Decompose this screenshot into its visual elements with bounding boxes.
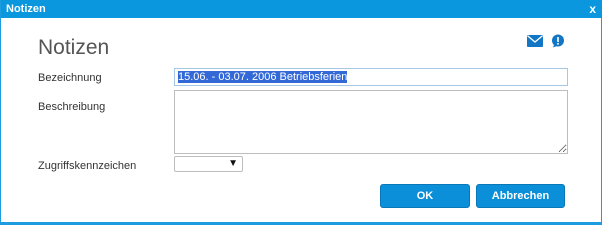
- title-bar[interactable]: Notizen x: [1, 0, 602, 18]
- ok-button[interactable]: OK: [380, 184, 470, 208]
- bezeichnung-input[interactable]: 15.06. - 03.07. 2006 Betriebsferien: [174, 68, 568, 86]
- zugriffskennzeichen-label: Zugriffskennzeichen: [38, 160, 137, 172]
- beschreibung-textarea[interactable]: [174, 90, 568, 154]
- bezeichnung-value: 15.06. - 03.07. 2006 Betriebsferien: [178, 71, 348, 83]
- mail-icon[interactable]: [527, 35, 543, 47]
- window-title: Notizen: [6, 3, 46, 15]
- beschreibung-label: Beschreibung: [38, 101, 106, 113]
- help-icon[interactable]: [551, 34, 565, 48]
- close-icon[interactable]: x: [589, 0, 596, 18]
- zugriffskennzeichen-select[interactable]: ▼: [174, 156, 243, 172]
- chevron-down-icon: ▼: [228, 158, 238, 169]
- notes-dialog: Notizen x Notizen Bezeichnung 15.06. - 0…: [0, 0, 602, 225]
- bezeichnung-label: Bezeichnung: [38, 72, 102, 84]
- page-title: Notizen: [38, 36, 110, 59]
- cancel-button[interactable]: Abbrechen: [476, 184, 565, 208]
